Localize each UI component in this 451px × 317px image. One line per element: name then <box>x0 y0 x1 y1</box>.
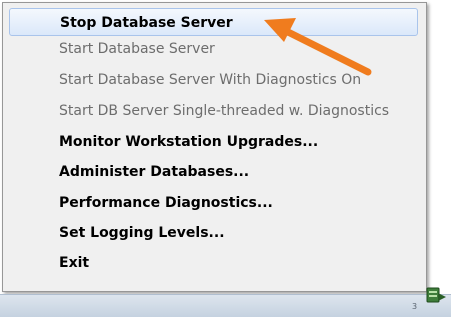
taskbar-separator-dot: 3 <box>412 302 418 311</box>
menu-item-monitor-workstation-upgrades[interactable]: Monitor Workstation Upgrades... <box>9 128 418 156</box>
taskbar: 3 <box>0 294 451 317</box>
database-server-tray-icon[interactable] <box>425 284 447 306</box>
menu-item-exit[interactable]: Exit <box>9 249 418 277</box>
menu-item-set-logging-levels[interactable]: Set Logging Levels... <box>9 219 418 247</box>
orange-arrow-icon <box>264 18 372 76</box>
menu-item-performance-diagnostics[interactable]: Performance Diagnostics... <box>9 189 418 217</box>
menu-item-start-single-threaded[interactable]: Start DB Server Single-threaded w. Diagn… <box>9 97 418 125</box>
menu-item-administer-databases[interactable]: Administer Databases... <box>9 158 418 186</box>
